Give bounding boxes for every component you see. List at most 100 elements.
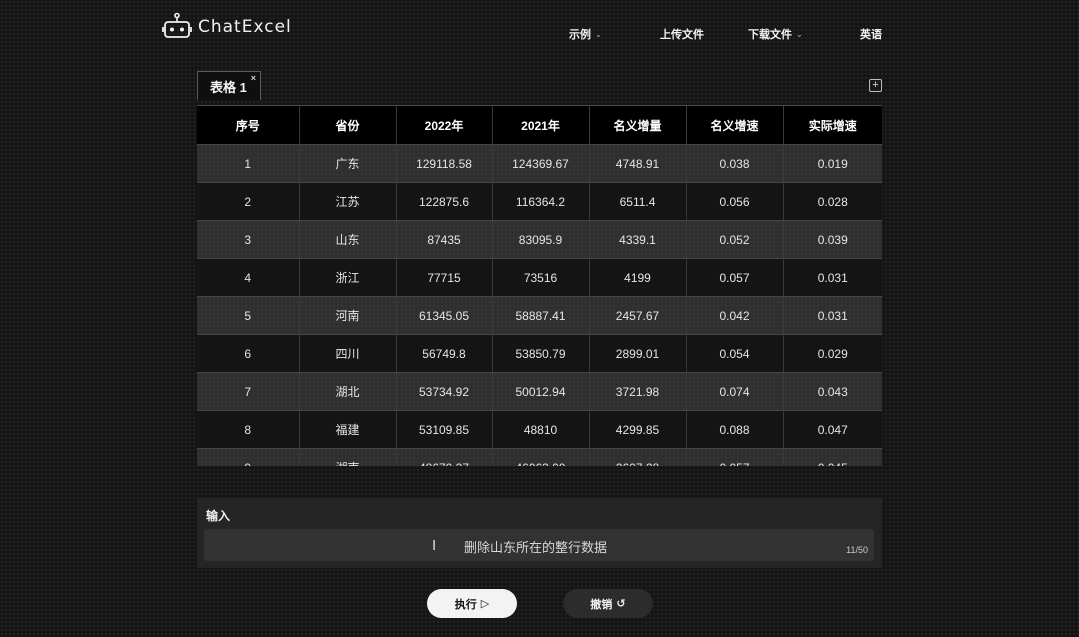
table-cell[interactable]: 56749.8 [396,334,493,373]
table-cell[interactable]: 4 [197,258,300,297]
table-cell[interactable]: 46063.09 [492,448,590,466]
chevron-down-icon: ⌄ [796,29,803,39]
table-cell[interactable]: 4748.91 [589,144,687,183]
table-cell[interactable]: 122875.6 [396,182,493,221]
nav-download-file[interactable]: 下载文件 ⌄ [748,26,803,42]
table-cell[interactable]: 江苏 [299,182,397,221]
column-header[interactable]: 序号 [197,106,300,145]
nav-examples-label: 示例 [569,29,591,41]
table-cell[interactable]: 2 [197,182,300,221]
tab-sheet-1[interactable]: 表格 1 × [197,71,261,100]
data-table: 序号 省份 2022年 2021年 名义增量 名义增速 实际增速 1 广东 1291… [197,105,882,466]
table-cell[interactable]: 48810 [492,410,590,449]
table-cell[interactable]: 0.031 [783,258,882,297]
table-cell[interactable]: 湖南 [299,448,397,466]
undo-button[interactable]: 撤销 ↺ [563,589,653,618]
table-header-row: 序号 省份 2022年 2021年 名义增量 名义增速 实际增速 [197,106,882,145]
table-cell[interactable]: 2607.28 [589,448,687,466]
table-cell[interactable]: 2457.67 [589,296,687,335]
execute-button[interactable]: 执行 ▷ [427,589,517,618]
table-cell[interactable]: 湖北 [299,372,397,411]
character-counter: 11/50 [846,545,868,555]
table-cell[interactable]: 124369.67 [492,144,590,183]
logo-text: ChatExcel [198,17,292,37]
column-header[interactable]: 名义增速 [686,106,784,145]
table-cell[interactable]: 0.088 [686,410,784,449]
table-cell[interactable]: 3721.98 [589,372,687,411]
close-icon[interactable]: × [251,73,256,83]
undo-icon: ↺ [616,598,626,610]
nav-upload-file[interactable]: 上传文件 [660,26,704,42]
column-header[interactable]: 省份 [299,106,397,145]
table-cell[interactable]: 0.074 [686,372,784,411]
play-icon: ▷ [480,598,490,610]
table-cell[interactable]: 山东 [299,220,397,259]
table-cell[interactable]: 0.019 [783,144,882,183]
nav-upload-label: 上传文件 [660,29,704,41]
table-cell[interactable]: 0.028 [783,182,882,221]
table-cell[interactable]: 58887.41 [492,296,590,335]
table-cell[interactable]: 0.052 [686,220,784,259]
table-cell[interactable]: 6 [197,334,300,373]
table-cell[interactable]: 6511.4 [589,182,687,221]
table-cell[interactable]: 7 [197,372,300,411]
table-row: 6 四川 56749.8 53850.79 2899.01 0.054 0.029 [197,334,882,373]
logo[interactable]: ChatExcel [162,12,292,42]
input-panel: 输入 I 删除山东所在的整行数据 11/50 [197,498,882,568]
nav-examples[interactable]: 示例 ⌄ [569,26,602,42]
add-tab-button[interactable]: + [869,79,882,92]
tab-label: 表格 1 [210,79,247,95]
table-cell[interactable]: 53109.85 [396,410,493,449]
table-cell[interactable]: 0.057 [686,448,784,466]
table-cell[interactable]: 50012.94 [492,372,590,411]
table-cell[interactable]: 61345.05 [396,296,493,335]
table-cell[interactable]: 0.043 [783,372,882,411]
table-cell[interactable]: 53734.92 [396,372,493,411]
column-header[interactable]: 2022年 [396,106,493,145]
table-row: 2 江苏 122875.6 116364.2 6511.4 0.056 0.028 [197,182,882,221]
table-cell[interactable]: 83095.9 [492,220,590,259]
table-cell[interactable]: 四川 [299,334,397,373]
table-cell[interactable]: 3 [197,220,300,259]
table-cell[interactable]: 5 [197,296,300,335]
table-cell[interactable]: 0.039 [783,220,882,259]
column-header[interactable]: 实际增速 [783,106,882,145]
table-cell[interactable]: 87435 [396,220,493,259]
table-cell[interactable]: 0.029 [783,334,882,373]
table-cell[interactable]: 48670.37 [396,448,493,466]
table-cell[interactable]: 0.031 [783,296,882,335]
table-cell[interactable]: 9 [197,448,300,466]
table-cell[interactable]: 0.042 [686,296,784,335]
table-cell[interactable]: 0.057 [686,258,784,297]
table-cell[interactable]: 4199 [589,258,687,297]
table-cell[interactable]: 1 [197,144,300,183]
column-header[interactable]: 名义增量 [589,106,687,145]
table-cell[interactable]: 73516 [492,258,590,297]
table-cell[interactable]: 0.056 [686,182,784,221]
table-row: 4 浙江 77715 73516 4199 0.057 0.031 [197,258,882,297]
table-cell[interactable]: 53850.79 [492,334,590,373]
table-cell[interactable]: 河南 [299,296,397,335]
table-cell[interactable]: 4339.1 [589,220,687,259]
table-cell[interactable]: 0.045 [783,448,882,466]
table-cell[interactable]: 福建 [299,410,397,449]
table-row: 5 河南 61345.05 58887.41 2457.67 0.042 0.031 [197,296,882,335]
top-bar: ChatExcel 示例 ⌄ 上传文件 下载文件 ⌄ 英语 [0,0,1079,64]
execute-label: 执行 [454,598,477,611]
table-cell[interactable]: 4299.85 [589,410,687,449]
table-cell[interactable]: 0.054 [686,334,784,373]
table-cell[interactable]: 2899.01 [589,334,687,373]
nav-language[interactable]: 英语 [860,26,882,42]
table-cell[interactable]: 广东 [299,144,397,183]
table-cell[interactable]: 浙江 [299,258,397,297]
table-cell[interactable]: 77715 [396,258,493,297]
table-cell[interactable]: 0.047 [783,410,882,449]
table-cell[interactable]: 8 [197,410,300,449]
table-row: 1 广东 129118.58 124369.67 4748.91 0.038 0.019 [197,144,882,183]
column-header[interactable]: 2021年 [492,106,590,145]
undo-label: 撤销 [590,598,613,611]
table-cell[interactable]: 116364.2 [492,182,590,221]
table-cell[interactable]: 129118.58 [396,144,493,183]
command-input[interactable]: I 删除山东所在的整行数据 11/50 [204,529,874,561]
table-cell[interactable]: 0.038 [686,144,784,183]
